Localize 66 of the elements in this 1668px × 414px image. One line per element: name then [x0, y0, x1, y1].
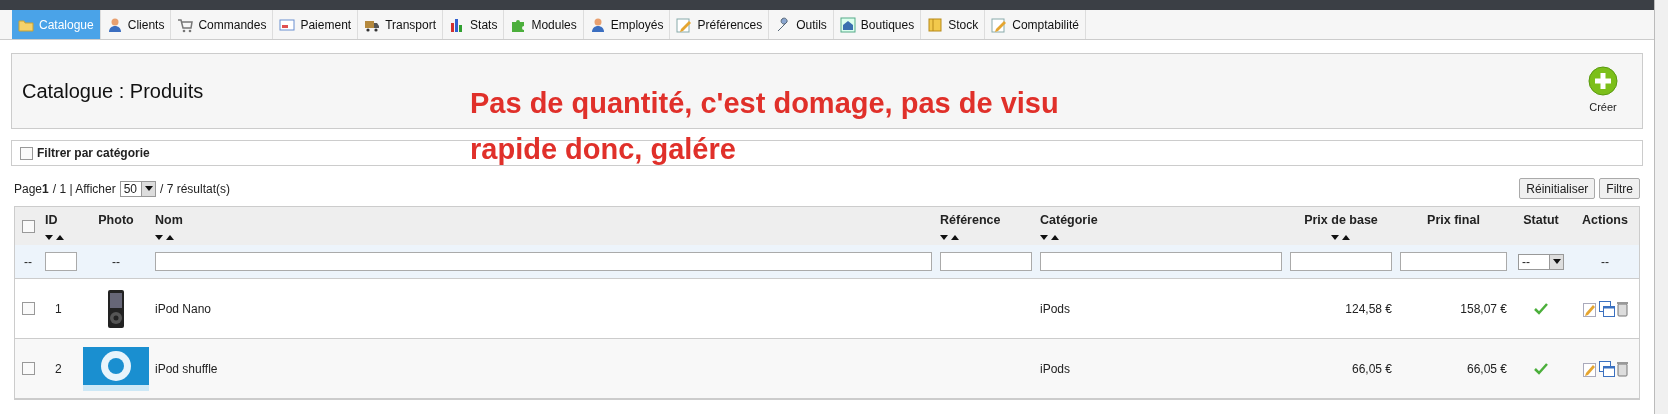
column-header: Catégorie: [1040, 212, 1098, 229]
windows-icon[interactable]: [1598, 360, 1615, 377]
box-icon: [927, 16, 944, 33]
pencil-icon: [991, 16, 1008, 33]
table-cell: iPod shuffle: [155, 361, 218, 376]
filter-input[interactable]: [1290, 252, 1392, 271]
checkbox[interactable]: [21, 362, 35, 375]
checkbox[interactable]: [21, 302, 35, 315]
table-cell: 66,05 €: [1351, 361, 1392, 376]
filter-input[interactable]: [1400, 252, 1507, 271]
column-header: Nom: [155, 212, 183, 229]
column-header: Prix final: [1427, 212, 1480, 229]
sort-arrows-icon[interactable]: [45, 233, 65, 242]
filter-label: Filtrer par catégorie: [37, 145, 150, 162]
status-select[interactable]: --: [1518, 253, 1564, 270]
column-header: Référence: [940, 212, 1001, 229]
check-icon[interactable]: [1534, 302, 1548, 315]
column-header: Actions: [1582, 212, 1628, 229]
page-count: / 1 | Afficher: [52, 180, 116, 198]
house-icon: [839, 16, 856, 33]
checkbox[interactable]: [20, 146, 33, 160]
trash-icon[interactable]: [1616, 300, 1628, 317]
column-header: ID: [45, 212, 58, 229]
column-header: Photo: [98, 212, 134, 229]
person-icon: [589, 16, 606, 33]
empty-filter-text: --: [24, 254, 32, 269]
table-cell: 2: [55, 361, 62, 376]
annotation-text: Pas de quantité, c'est domage, pas de visu rapide donc, galére: [470, 86, 1060, 167]
trash-icon[interactable]: [1616, 360, 1628, 377]
filter-input[interactable]: [45, 252, 77, 271]
scrollbar[interactable]: [1654, 0, 1668, 414]
cart-icon: [177, 16, 194, 33]
filter-input[interactable]: [940, 252, 1032, 271]
toolbar-button[interactable]: Filtre: [1599, 178, 1640, 199]
windows-icon[interactable]: [1598, 300, 1615, 317]
table-cell: 158,07 €: [1460, 301, 1507, 316]
page-label: Page1: [14, 180, 49, 198]
pencil-icon: [676, 16, 693, 33]
page-title: Catalogue : Produits: [22, 79, 204, 104]
table-cell: 1: [55, 301, 62, 316]
table-cell: 124,58 €: [1345, 301, 1392, 316]
checkbox[interactable]: [21, 219, 35, 233]
empty-filter-text: --: [112, 254, 120, 269]
filter-input[interactable]: [155, 252, 932, 271]
sort-arrows-icon[interactable]: [940, 233, 960, 242]
table-cell: iPods: [1040, 301, 1071, 316]
check-icon[interactable]: [1534, 362, 1548, 375]
caret-icon: [1552, 259, 1561, 264]
filter-input[interactable]: [1040, 252, 1282, 271]
toolbar-button[interactable]: Réinitialiser: [1519, 178, 1596, 199]
sort-arrows-icon[interactable]: [155, 233, 175, 242]
empty-filter-text: --: [1601, 254, 1609, 269]
column-header: Prix de base: [1304, 212, 1378, 229]
table-cell: iPods: [1040, 361, 1071, 376]
table-cell: 66,05 €: [1466, 361, 1507, 376]
person-icon: [106, 16, 123, 33]
edit-icon[interactable]: [1582, 300, 1597, 317]
card-icon: [279, 16, 296, 33]
edit-icon[interactable]: [1582, 360, 1597, 377]
results-count: / 7 résultat(s): [160, 180, 231, 198]
caret-icon: [144, 186, 153, 191]
sort-arrows-icon[interactable]: [1040, 233, 1060, 242]
sort-arrows-icon[interactable]: [1331, 233, 1351, 242]
column-header: Statut: [1523, 212, 1559, 229]
table-cell: iPod Nano: [155, 301, 212, 316]
per-page-select[interactable]: 50: [119, 180, 156, 197]
